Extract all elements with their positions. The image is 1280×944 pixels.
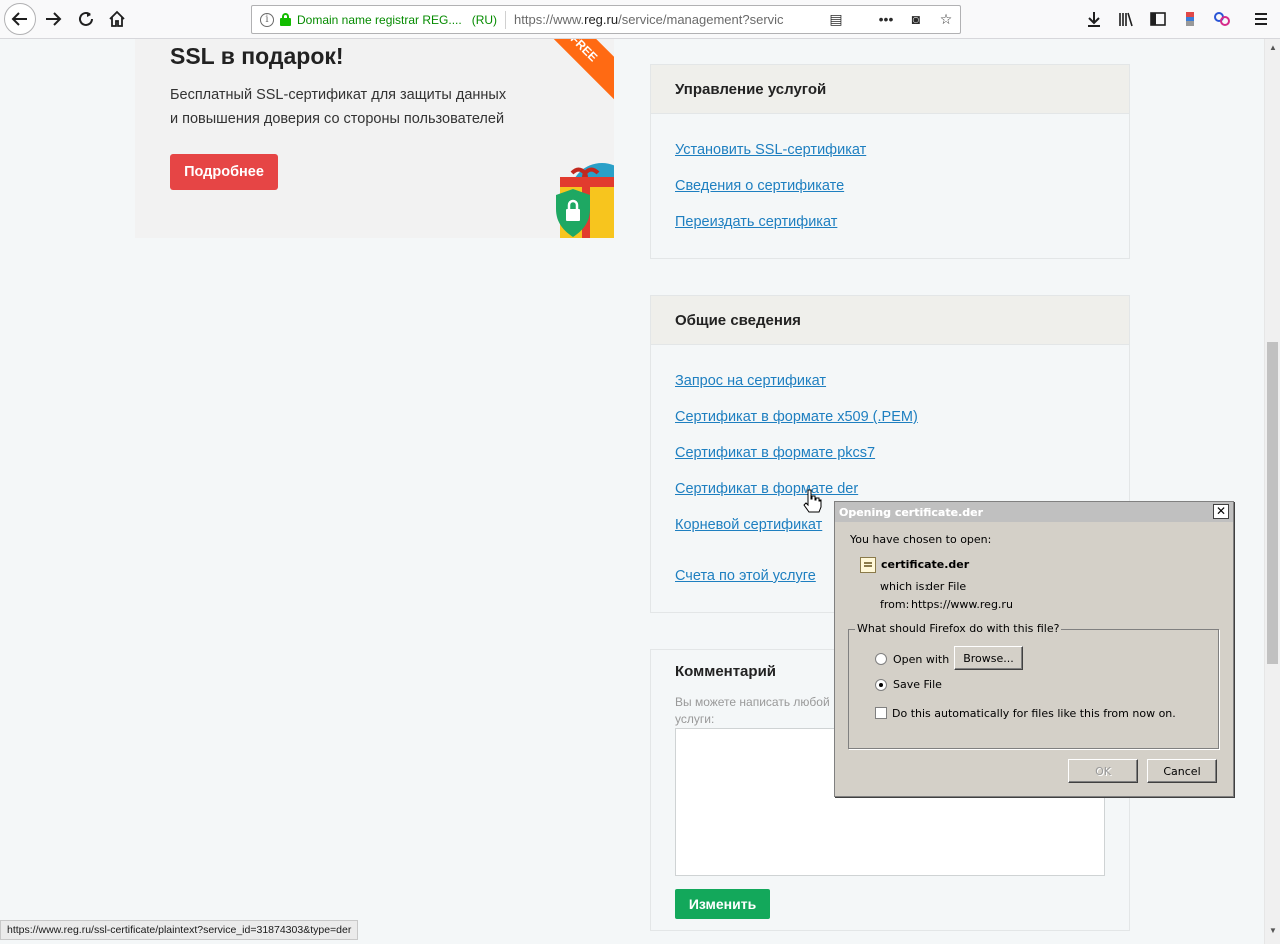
- invoices-link[interactable]: Счета по этой услуге: [675, 568, 816, 584]
- menu-button[interactable]: [1245, 4, 1277, 34]
- reissue-certificate-link[interactable]: Переиздать сертификат: [675, 214, 837, 230]
- panel-title: Управление услугой: [651, 65, 1129, 114]
- home-icon: [109, 10, 125, 27]
- open-with-label[interactable]: Open with: [893, 653, 949, 666]
- download-icon: [1088, 12, 1100, 27]
- url-bar-actions: ▤ ••• ◙ ☆: [828, 11, 954, 27]
- reload-icon: [79, 11, 93, 26]
- vertical-scrollbar[interactable]: ▲ ▼: [1264, 39, 1280, 944]
- save-file-label[interactable]: Save File: [893, 678, 942, 691]
- certificate-info-link[interactable]: Сведения о сертификате: [675, 178, 844, 194]
- extension-button[interactable]: [1174, 4, 1206, 34]
- ok-button[interactable]: OK: [1068, 759, 1138, 783]
- open-with-radio[interactable]: [875, 653, 887, 665]
- save-file-radio[interactable]: [875, 679, 887, 691]
- status-link-preview: https://www.reg.ru/ssl-certificate/plain…: [0, 920, 359, 940]
- hand-cursor-icon: [803, 489, 822, 513]
- forward-button[interactable]: [37, 4, 69, 34]
- hamburger-menu-icon: [1255, 13, 1267, 25]
- reload-button[interactable]: [70, 4, 102, 34]
- promo-title: SSL в подарок!: [170, 43, 344, 69]
- library-icon: [1119, 12, 1133, 27]
- service-management-panel: Управление услугой Установить SSL-сертиф…: [650, 64, 1130, 259]
- certificate-pem-link[interactable]: Сертификат в формате x509 (.PEM): [675, 409, 918, 425]
- dialog-title: Opening certificate.der: [839, 505, 984, 519]
- certificate-file-icon: [860, 557, 876, 573]
- file-name: certificate.der: [881, 558, 970, 571]
- addon-button[interactable]: [1206, 4, 1238, 34]
- promo-more-button[interactable]: Подробнее: [170, 154, 278, 190]
- install-ssl-link[interactable]: Установить SSL-сертификат: [675, 142, 866, 158]
- sidebar-button[interactable]: [1142, 4, 1174, 34]
- downloads-button[interactable]: [1078, 4, 1110, 34]
- save-comment-button[interactable]: Изменить: [675, 889, 770, 919]
- dialog-intro: You have chosen to open:: [850, 533, 992, 546]
- reader-view-icon[interactable]: ▤: [828, 11, 844, 27]
- comment-title: Комментарий: [675, 663, 777, 680]
- site-country: (RU): [471, 12, 498, 27]
- home-button[interactable]: [101, 4, 133, 34]
- promo-text-line: и повышения доверия со стороны пользоват…: [170, 111, 505, 127]
- sidebar-icon: [1150, 12, 1166, 26]
- auto-action-label[interactable]: Do this automatically for files like thi…: [892, 707, 1176, 720]
- file-action-question: What should Firefox do with this file?: [855, 622, 1062, 635]
- library-button[interactable]: [1110, 4, 1142, 34]
- back-button[interactable]: [4, 3, 36, 35]
- addon-icon: [1214, 12, 1230, 26]
- pocket-icon[interactable]: ◙: [908, 11, 924, 27]
- dialog-title-bar[interactable]: Opening certificate.der: [835, 502, 1233, 522]
- info-icon[interactable]: i: [260, 12, 274, 27]
- cancel-button[interactable]: Cancel: [1147, 759, 1217, 783]
- site-identity[interactable]: Domain name registrar REG....: [297, 13, 462, 27]
- arrow-left-icon: [11, 12, 27, 26]
- gift-shield-illustration: [556, 163, 614, 238]
- promo-banner: FREE SSL в подарок! Бесплатный SSL-серти…: [135, 39, 614, 238]
- close-button[interactable]: ✕: [1213, 504, 1229, 519]
- bookmark-star-icon[interactable]: ☆: [938, 11, 954, 27]
- arrow-right-icon: [46, 12, 62, 26]
- scroll-up-icon[interactable]: ▲: [1269, 43, 1277, 52]
- page-actions-icon[interactable]: •••: [878, 11, 894, 27]
- certificate-request-link[interactable]: Запрос на сертификат: [675, 373, 826, 389]
- scroll-down-icon[interactable]: ▼: [1269, 926, 1277, 935]
- browse-button[interactable]: Browse...: [954, 646, 1023, 670]
- panel-title: Общие сведения: [651, 296, 1129, 345]
- file-action-group: What should Firefox do with this file? O…: [848, 622, 1219, 749]
- promo-text: Бесплатный SSL-сертификат для защиты дан…: [170, 83, 530, 131]
- auto-action-checkbox[interactable]: [875, 707, 887, 719]
- browser-toolbar: i Domain name registrar REG.... (RU) htt…: [0, 0, 1280, 39]
- root-certificate-link[interactable]: Корневой сертификат: [675, 517, 822, 533]
- free-ribbon: FREE: [530, 39, 614, 102]
- open-file-dialog: Opening certificate.der ✕ You have chose…: [834, 501, 1234, 797]
- url-divider: [505, 10, 507, 29]
- file-type-value: der File: [926, 580, 967, 593]
- promo-text-line: Бесплатный SSL-сертификат для защиты дан…: [170, 87, 507, 103]
- certificate-der-link[interactable]: Сертификат в формате der: [675, 481, 858, 497]
- lock-icon[interactable]: [280, 13, 291, 26]
- extension-icon: [1186, 12, 1194, 26]
- certificate-pkcs7-link[interactable]: Сертификат в формате pkcs7: [675, 445, 875, 461]
- file-source-value: https://www.reg.ru: [911, 598, 1013, 611]
- file-type-label: which is:: [880, 580, 929, 593]
- url-text[interactable]: https://www.reg.ru/service/management?se…: [514, 12, 789, 27]
- close-icon: ✕: [1215, 504, 1227, 518]
- scrollbar-thumb[interactable]: [1267, 342, 1278, 664]
- file-source-label: from:: [880, 598, 910, 611]
- url-bar[interactable]: i Domain name registrar REG.... (RU) htt…: [251, 5, 961, 34]
